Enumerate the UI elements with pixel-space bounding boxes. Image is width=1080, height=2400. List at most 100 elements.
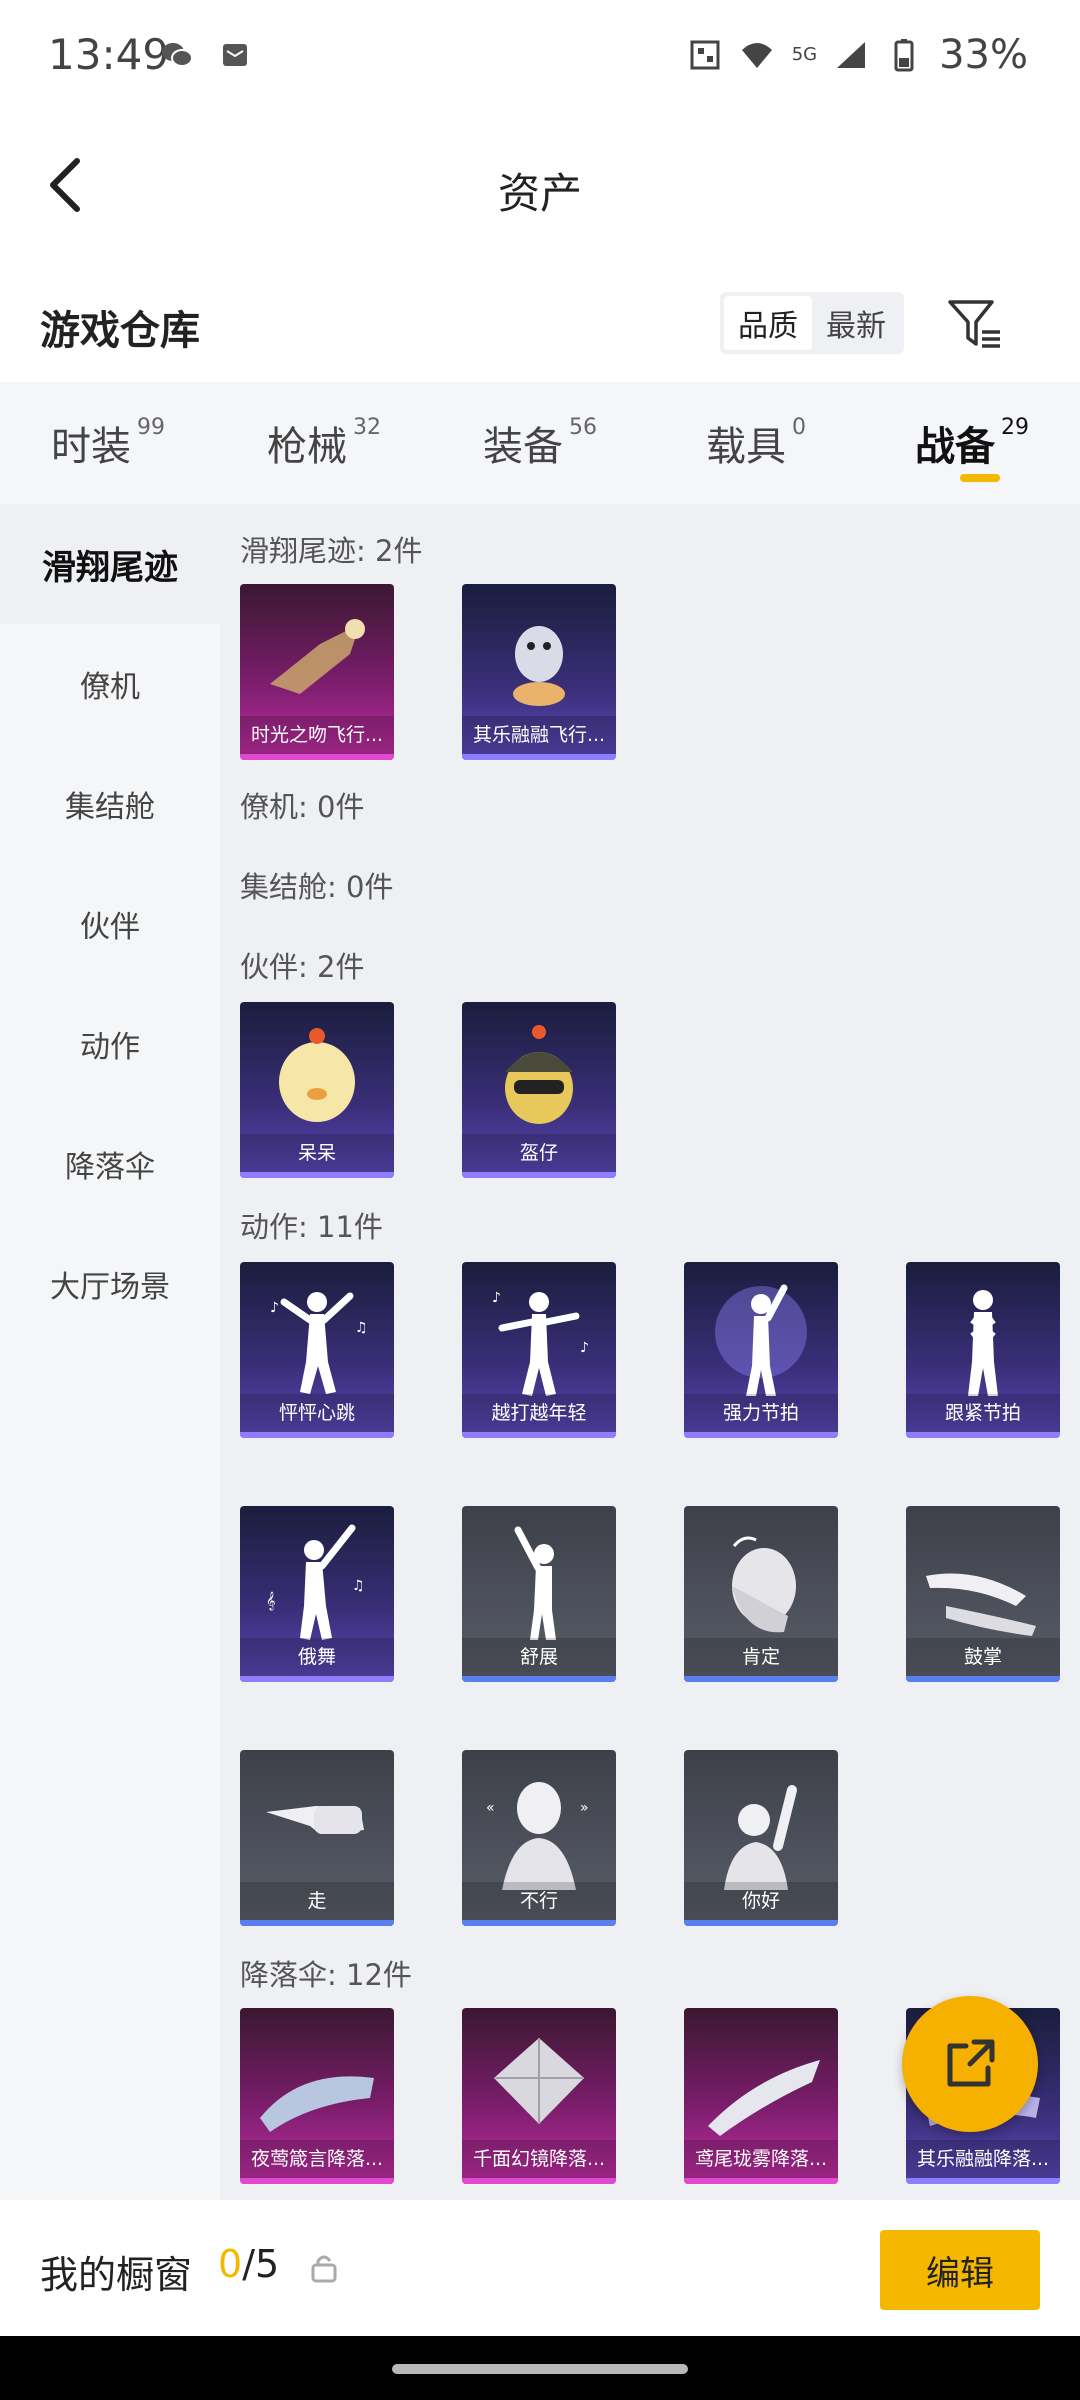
side-item-partner[interactable]: 伙伴 <box>0 864 220 984</box>
showcase-bar: 我的橱窗 0/5 编辑 <box>0 2200 1080 2336</box>
item-card[interactable]: 时光之吻飞行... <box>240 584 394 760</box>
tab-battle-prep[interactable]: 战备 29 <box>864 382 1080 504</box>
share-icon <box>947 2039 995 2087</box>
svg-text:»: » <box>580 1800 589 1816</box>
battery-percent: 33% <box>939 32 1028 78</box>
item-card[interactable]: 盔仔 <box>462 1002 616 1178</box>
page-title: 资产 <box>497 169 582 218</box>
item-card[interactable]: 你好 <box>684 1750 838 1926</box>
quality-stripe <box>240 754 394 760</box>
item-name: 千面幻镜降落... <box>462 2140 616 2178</box>
quality-stripe <box>240 1920 394 1926</box>
lock-icon <box>311 2255 337 2283</box>
side-nav: 滑翔尾迹 僚机 集结舱 伙伴 动作 降落伞 大厅场景 <box>0 504 220 2200</box>
item-card[interactable]: ♪ ♪ 越打越年轻 <box>462 1262 616 1438</box>
item-name: 盔仔 <box>462 1134 616 1172</box>
sort-quality-button[interactable]: 品质 <box>724 296 812 350</box>
side-item-wingman[interactable]: 僚机 <box>0 624 220 744</box>
quality-stripe <box>684 2178 838 2184</box>
showcase-total: /5 <box>242 2242 280 2286</box>
quality-stripe <box>906 1676 1060 1682</box>
signal-icon <box>837 42 866 68</box>
sort-newest-button[interactable]: 最新 <box>812 296 900 350</box>
item-card[interactable]: 强力节拍 <box>684 1262 838 1438</box>
item-card[interactable]: 其乐融融飞行... <box>462 584 616 760</box>
tab-fashion[interactable]: 时装 99 <box>0 382 216 504</box>
section-label-wingman: 僚机: 0件 <box>240 790 365 824</box>
tab-guns[interactable]: 枪械 32 <box>216 382 432 504</box>
tab-count: 56 <box>569 414 597 440</box>
item-name: 不行 <box>462 1882 616 1920</box>
tab-label: 战备 <box>915 424 995 470</box>
item-name: 强力节拍 <box>684 1394 838 1432</box>
item-name: 怦怦心跳 <box>240 1394 394 1432</box>
tab-vehicles[interactable]: 载具 0 <box>648 382 864 504</box>
item-card[interactable]: ♪ ♫ 怦怦心跳 <box>240 1262 394 1438</box>
section-label-emote: 动作: 11件 <box>240 1210 383 1244</box>
item-name: 跟紧节拍 <box>906 1394 1060 1432</box>
svg-text:♪: ♪ <box>580 1340 589 1356</box>
side-item-rally-capsule[interactable]: 集结舱 <box>0 744 220 864</box>
home-indicator[interactable] <box>392 2364 688 2374</box>
active-tab-indicator <box>960 474 1000 482</box>
battery-icon <box>894 39 914 72</box>
quality-stripe <box>240 2178 394 2184</box>
quality-stripe <box>906 2178 1060 2184</box>
item-name: 你好 <box>684 1882 838 1920</box>
section-label-parachute: 降落伞: 12件 <box>240 1958 412 1992</box>
showcase-label: 我的橱窗 <box>40 2253 193 2297</box>
item-name: 越打越年轻 <box>462 1394 616 1432</box>
quality-stripe <box>462 2178 616 2184</box>
item-name: 呆呆 <box>240 1134 394 1172</box>
item-name: 夜莺箴言降落... <box>240 2140 394 2178</box>
wifi-icon <box>741 43 772 68</box>
item-name: 舒展 <box>462 1638 616 1676</box>
item-name: 其乐融融降落... <box>906 2140 1060 2178</box>
nfc-icon <box>690 40 720 70</box>
item-card[interactable]: 千面幻镜降落... <box>462 2008 616 2184</box>
item-card[interactable]: 走 <box>240 1750 394 1926</box>
tab-equipment[interactable]: 装备 56 <box>432 382 648 504</box>
edit-button[interactable]: 编辑 <box>880 2230 1040 2310</box>
share-fab[interactable] <box>902 1996 1038 2132</box>
filter-button[interactable] <box>944 292 1008 356</box>
item-card[interactable]: « » 不行 <box>462 1750 616 1926</box>
warehouse-title: 游戏仓库 <box>40 308 200 354</box>
item-card[interactable]: 𝄞 ♫ 俄舞 <box>240 1506 394 1682</box>
svg-text:«: « <box>486 1800 495 1816</box>
app-header: 资产 <box>0 120 1080 250</box>
quality-stripe <box>240 1172 394 1178</box>
showcase-current: 0 <box>218 2242 243 2286</box>
side-item-glide-trail[interactable]: 滑翔尾迹 <box>0 504 220 624</box>
svg-text:𝄞: 𝄞 <box>266 1591 275 1611</box>
svg-text:♪: ♪ <box>492 1290 501 1306</box>
quality-stripe <box>240 1676 394 1682</box>
quality-stripe <box>684 1920 838 1926</box>
tab-label: 装备 <box>483 424 563 470</box>
wechat-icon <box>162 43 193 67</box>
svg-text:♫: ♫ <box>355 1320 368 1336</box>
item-card[interactable]: 跟紧节拍 <box>906 1262 1060 1438</box>
side-item-emote[interactable]: 动作 <box>0 984 220 1104</box>
inventory-body: 滑翔尾迹 僚机 集结舱 伙伴 动作 降落伞 大厅场景 滑翔尾迹: 2件 时光之吻… <box>0 504 1080 2200</box>
side-item-parachute[interactable]: 降落伞 <box>0 1104 220 1224</box>
item-card[interactable]: 鼓掌 <box>906 1506 1060 1682</box>
section-label-glide: 滑翔尾迹: 2件 <box>240 534 423 568</box>
status-bar: 13:49 5G 33% <box>0 0 1080 120</box>
item-name: 鼓掌 <box>906 1638 1060 1676</box>
item-card[interactable]: 鸢尾珑雾降落... <box>684 2008 838 2184</box>
side-item-lobby-scene[interactable]: 大厅场景 <box>0 1224 220 1344</box>
tab-count: 29 <box>1001 414 1029 440</box>
item-name: 鸢尾珑雾降落... <box>684 2140 838 2178</box>
item-name: 时光之吻飞行... <box>240 716 394 754</box>
item-card[interactable]: 呆呆 <box>240 1002 394 1178</box>
filter-icon <box>948 300 1000 348</box>
status-indicators: 5G 33% <box>688 32 1028 78</box>
item-card[interactable]: 夜莺箴言降落... <box>240 2008 394 2184</box>
quality-stripe <box>240 1432 394 1438</box>
tab-label: 载具 <box>706 424 786 470</box>
category-tabs: 时装 99 枪械 32 装备 56 载具 0 战备 29 <box>0 382 1080 504</box>
item-card[interactable]: 舒展 <box>462 1506 616 1682</box>
quality-stripe <box>906 1432 1060 1438</box>
item-card[interactable]: 肯定 <box>684 1506 838 1682</box>
